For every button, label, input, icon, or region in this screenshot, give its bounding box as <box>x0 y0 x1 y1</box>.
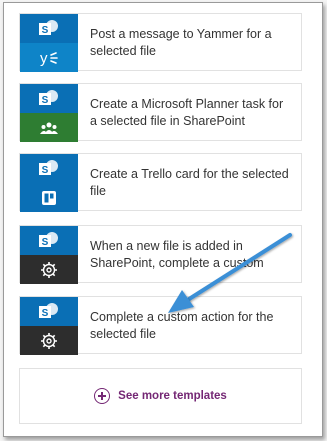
template-label: Create a Trello card for the selected fi… <box>90 167 289 198</box>
see-more-label: See more templates <box>118 390 227 402</box>
yammer-icon: y <box>20 43 78 72</box>
template-card-trello[interactable]: S Create a Trello card for the selected … <box>19 153 302 212</box>
template-label: Complete a custom action for the selecte… <box>90 310 274 341</box>
template-icons: S <box>20 154 78 212</box>
template-icons: S <box>20 226 78 284</box>
template-card-yammer[interactable]: S y Post a message to Yammer for a selec… <box>19 13 302 72</box>
template-icons: S y <box>20 14 78 72</box>
svg-text:S: S <box>42 165 49 176</box>
gear-icon <box>20 255 78 284</box>
svg-text:y: y <box>40 50 48 67</box>
template-card-planner[interactable]: S Create a Microsoft Planner task for a … <box>19 83 302 142</box>
svg-text:S: S <box>42 95 49 106</box>
sharepoint-icon: S <box>20 226 78 255</box>
template-label: Create a Microsoft Planner task for a se… <box>90 97 284 128</box>
sharepoint-icon: S <box>20 154 78 183</box>
template-label: Post a message to Yammer for a selected … <box>90 27 272 58</box>
svg-text:S: S <box>42 237 49 248</box>
template-icons: S <box>20 297 78 355</box>
gear-icon <box>20 326 78 355</box>
template-label: When a new file is added in SharePoint, … <box>90 239 264 270</box>
trello-icon <box>20 183 78 212</box>
svg-text:S: S <box>42 25 49 36</box>
svg-text:S: S <box>42 308 49 319</box>
sharepoint-icon: S <box>20 14 78 43</box>
planner-icon <box>20 113 78 142</box>
see-more-templates-button[interactable]: See more templates <box>19 368 302 424</box>
templates-panel: S y Post a message to Yammer for a selec… <box>3 2 323 437</box>
sharepoint-icon: S <box>20 84 78 113</box>
template-card-new-file-custom[interactable]: S When a new file is added in SharePoint… <box>19 225 302 284</box>
plus-circle-icon <box>94 388 111 404</box>
sharepoint-icon: S <box>20 297 78 326</box>
template-icons: S <box>20 84 78 142</box>
template-card-custom-action[interactable]: S Complete a custom action for the selec… <box>19 296 302 355</box>
